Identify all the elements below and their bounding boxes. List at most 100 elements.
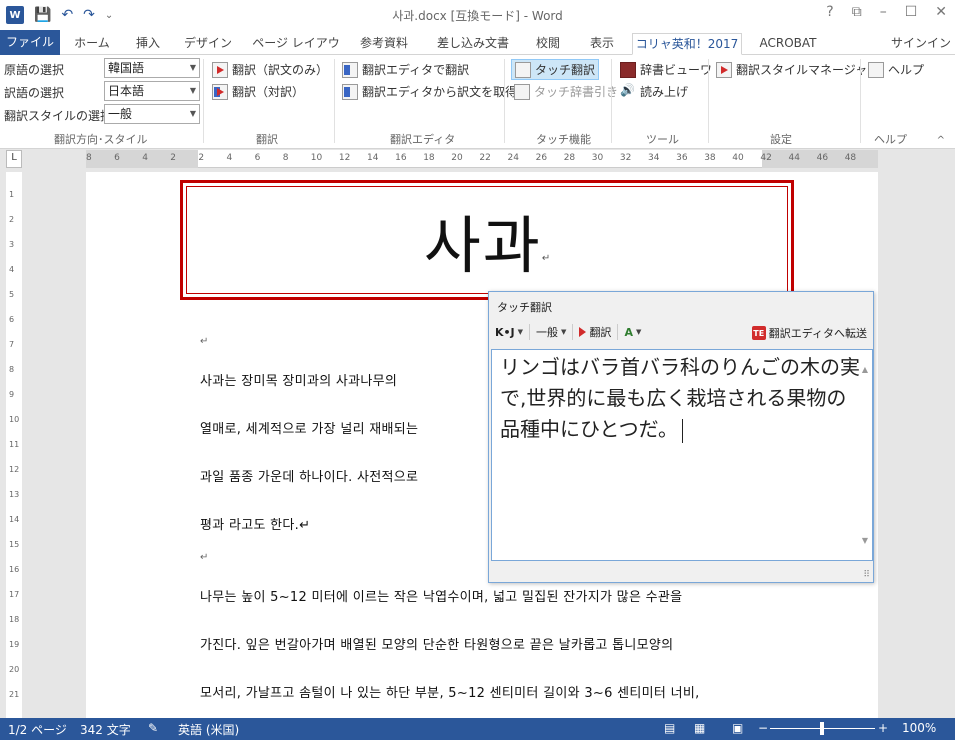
touch-translate-button[interactable]: タッチ翻訳	[511, 59, 600, 80]
speaker-icon	[620, 83, 636, 100]
get-from-editor-label: 翻訳エディタから訳文を取得	[362, 85, 518, 99]
body-line[interactable]: 과일 품종 가운데 하나이다. 사전적으로	[200, 466, 418, 485]
paragraph-mark: ↵	[541, 252, 551, 264]
chevron-down-icon: ▼	[635, 328, 642, 336]
tab-mailings[interactable]: 差し込み文書	[428, 33, 518, 55]
collapse-ribbon-icon[interactable]: ^	[937, 135, 945, 146]
ruler-tick: 13	[9, 490, 20, 499]
translate-parallel-button[interactable]: 翻訳（対訳）	[212, 83, 304, 100]
page-count[interactable]: 1/2 ページ	[8, 721, 67, 738]
text-color-dropdown[interactable]: A ▼	[618, 324, 647, 340]
style-dropdown[interactable]: 一般 ▼	[530, 324, 574, 340]
scroll-up-arrow[interactable]: ▲	[862, 354, 868, 385]
help-icon[interactable]: ?	[826, 4, 833, 20]
ruler-tick: 10	[310, 153, 323, 163]
body-line[interactable]: 사과는 장미목 장미과의 사과나무의	[200, 370, 397, 389]
translation-editor-icon: TE	[751, 326, 766, 340]
vertical-ruler[interactable]: 1 2 3 4 5 6 7 8 9 10 11 12 13 14 15 16 17 18 19 20 21	[6, 172, 22, 718]
translation-style-select[interactable]: 一般 ▼	[104, 104, 200, 124]
body-line[interactable]: 열매로, 세계적으로 가장 널리 재배되는	[200, 418, 418, 437]
title-frame-inner: 사과 ↵	[186, 186, 788, 294]
translate-only-button[interactable]: 翻訳（訳文のみ）	[212, 61, 328, 78]
translation-style-label: 翻訳スタイルの選択	[4, 109, 113, 123]
style-manager-icon	[716, 61, 732, 78]
popup-translate-button[interactable]: 翻訳	[573, 324, 619, 340]
language-status[interactable]: 英語 (米国)	[178, 721, 239, 738]
body-line[interactable]: 가진다. 잎은 번갈아가며 배열된 모양의 단순한 타원형으로 끝은 날카롭고 …	[200, 634, 673, 653]
ruler-tick: 20	[9, 665, 20, 674]
zoom-level[interactable]: 100%	[902, 721, 936, 735]
group-separator	[860, 59, 861, 143]
popup-translate-label: 翻訳	[589, 326, 612, 339]
word-count[interactable]: 342 文字	[80, 721, 131, 738]
resize-grip-icon[interactable]: ⠿	[863, 570, 870, 580]
ruler-tick: 2	[198, 153, 205, 163]
maximize-button[interactable]: ☐	[905, 4, 918, 20]
tab-acrobat[interactable]: ACROBAT	[752, 33, 824, 55]
body-line[interactable]: 나무는 높이 5~12 미터에 이르는 작은 낙엽수이며, 넓고 밀집된 잔가지…	[200, 586, 682, 605]
ruler-tick: 44	[788, 153, 800, 163]
ribbon-display-icon[interactable]: ⧉	[852, 4, 862, 20]
ruler-tick: 4	[142, 153, 148, 163]
help-button[interactable]: ヘルプ	[868, 61, 924, 78]
translate-in-editor-button[interactable]: 翻訳エディタで翻訳	[342, 61, 469, 78]
source-language-select[interactable]: 韓国語 ▼	[104, 58, 200, 78]
print-layout-icon[interactable]: ▦	[694, 721, 705, 735]
tab-korya-eiwa[interactable]: コリャ英和！2017	[632, 33, 742, 55]
zoom-slider-thumb[interactable]	[820, 722, 824, 735]
web-layout-icon[interactable]: ▣	[732, 721, 743, 735]
target-language-select[interactable]: 日本語 ▼	[104, 81, 200, 101]
transfer-to-editor-button[interactable]: TE 翻訳エディタへ転送	[751, 325, 867, 341]
chevron-down-icon: ▼	[189, 109, 196, 118]
scroll-down-arrow[interactable]: ▼	[862, 525, 868, 556]
ruler-tick: 8	[282, 153, 289, 163]
zoom-out-button[interactable]: −	[758, 721, 768, 735]
horizontal-ruler[interactable]: 8 6 4 2 2 4 6 8 10 12 14 16 18 20 22 24 26 28 30 32 34 36 38 40…	[86, 150, 878, 168]
proofing-icon[interactable]: ✎	[148, 721, 158, 735]
ruler-tick: 6	[254, 153, 261, 163]
touch-dictionary-icon	[514, 83, 530, 100]
chevron-down-icon: ▼	[189, 86, 196, 95]
tab-home[interactable]: ホーム	[70, 33, 114, 55]
touch-dictionary-label: タッチ辞書引き	[534, 85, 619, 99]
tab-references[interactable]: 参考資料	[354, 33, 414, 55]
window-controls: ? ⧉ – ☐ ✕	[826, 4, 947, 20]
help-icon	[868, 61, 884, 78]
direction-dropdown[interactable]: K•J ▼	[489, 324, 531, 340]
tab-view[interactable]: 表示	[580, 33, 624, 55]
tab-design[interactable]: デザイン	[182, 33, 234, 55]
translate-only-label: 翻訳（訳文のみ）	[232, 63, 329, 77]
tab-selector[interactable]: L	[6, 150, 22, 168]
get-from-editor-button[interactable]: 翻訳エディタから訳文を取得	[342, 83, 517, 100]
title-bar: W 💾 ↶ ↷ ⌄ 사과.docx [互換モード] - Word ? ⧉ – ☐…	[0, 0, 955, 30]
ruler-tick: 16	[9, 565, 20, 574]
sign-in-link[interactable]: サインイン	[891, 34, 951, 51]
touch-dictionary-button[interactable]: タッチ辞書引き	[514, 83, 618, 100]
tab-review[interactable]: 校閲	[528, 33, 568, 55]
document-title[interactable]: 사과	[424, 195, 542, 285]
read-mode-icon[interactable]: ▤	[664, 721, 675, 735]
close-button[interactable]: ✕	[935, 4, 947, 20]
editor-translate-icon	[342, 61, 358, 78]
status-bar: 1/2 ページ 342 文字 ✎ 英語 (米国) ▤ ▦ ▣ − + 100%	[0, 718, 955, 740]
paragraph-mark: ↵	[200, 552, 209, 563]
ruler-tick: 18	[9, 615, 20, 624]
ruler-tick: 48	[844, 153, 857, 163]
body-line[interactable]: 평과 라고도 한다.↵	[200, 514, 310, 533]
dictionary-viewer-button[interactable]: 辞書ビューワ	[620, 61, 712, 78]
read-aloud-button[interactable]: 読み上げ	[620, 83, 688, 100]
book-icon	[620, 61, 636, 78]
read-aloud-label: 読み上げ	[640, 85, 689, 99]
minimize-button[interactable]: –	[880, 4, 887, 20]
touch-translate-popup[interactable]: タッチ翻訳 K•J ▼ 一般 ▼ 翻訳 A ▼ TE 翻訳エディタへ転送 リンゴはバラ首…	[488, 291, 874, 583]
body-line[interactable]: 모서리, 가날프고 솜털이 나 있는 하단 부분, 5~12 센티미터 길이와 …	[200, 682, 700, 701]
target-language-value: 日本語	[108, 84, 145, 98]
tab-page-layout[interactable]: ページ レイアウト	[248, 33, 344, 70]
tab-file[interactable]: ファイル	[0, 30, 60, 55]
zoom-in-button[interactable]: +	[878, 721, 888, 735]
direction-label: K•J	[495, 325, 515, 339]
translation-result-text[interactable]: リンゴはバラ首バラ科のりんごの木の実で,世界的に最も広く栽培される果物の品種中に…	[491, 349, 873, 561]
style-manager-button[interactable]: 翻訳スタイルマネージャ	[716, 61, 867, 78]
group-label-touch: タッチ機能	[536, 133, 591, 146]
tab-insert[interactable]: 挿入	[128, 33, 168, 55]
